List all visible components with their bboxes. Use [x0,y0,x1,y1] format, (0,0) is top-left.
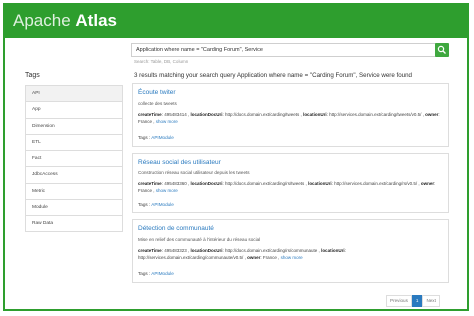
search-button[interactable] [435,43,449,57]
tag-item-etl[interactable]: ETL [25,133,123,151]
show-more-link[interactable]: show more [156,188,178,193]
tags-label: Tags : [138,135,151,140]
result-title-link[interactable]: Réseau social des utilisateur [138,159,221,166]
result-description: Construction réseau social utilisateur d… [138,170,250,175]
top-navbar: Apache Atlas [5,5,467,38]
app-frame: Apache Atlas Application where name = "C… [3,3,469,311]
prop-label: owner [425,112,439,117]
apache-atlas-logo[interactable]: Apache Atlas [13,10,117,32]
result-description: collecte des tweets [138,101,177,106]
tag-item-app[interactable]: App [25,101,123,118]
pagination: Previous 1 Next [386,295,440,307]
prop-label: createTime [138,248,162,253]
next-page-button[interactable]: Next [422,295,440,307]
logo-light-text: Apache [13,11,71,30]
search-input[interactable]: Application where name = "Carding Forum"… [131,43,437,57]
tag-item-fact[interactable]: Fact [25,150,123,167]
tag-link[interactable]: APIModule [151,271,173,276]
prop-label: createTime [138,181,162,186]
search-hint: Search: Table, DB, Column [134,59,189,64]
prop-value: : http://docs.domain.ext/carding/tweets [222,112,300,117]
results-summary: 3 results matching your search query App… [134,72,412,79]
prop-value: : 495483414 [161,112,187,117]
page-1-button[interactable]: 1 [411,295,423,307]
result-tags: Tags : APIModule [138,202,174,207]
prop-label: locationDocUri [190,181,223,186]
show-more-link[interactable]: show more [156,119,178,124]
tag-link[interactable]: APIModule [151,202,173,207]
prop-value: : 495483360 [161,181,187,186]
tag-item-api[interactable]: API [25,85,123,102]
prop-label: locationUri [308,181,332,186]
search-icon [437,45,446,54]
prop-value: : France [260,255,277,260]
tag-item-raw-data[interactable]: Raw Data [25,215,123,232]
result-description: Mise en relief des communauté à l'intéri… [138,237,261,242]
tags-list: API App Dimension ETL Fact JdbcAccess Me… [25,85,123,232]
prop-value: : http://docs.domain.ext/carding/rs/comm… [222,248,318,253]
prop-label: locationUri [303,112,327,117]
result-tags: Tags : APIModule [138,271,174,276]
tag-item-metric[interactable]: Metric [25,182,123,200]
result-card: Réseau social des utilisateur Constructi… [132,153,449,213]
prop-label: locationUri [321,248,345,253]
tags-heading: Tags [25,72,40,79]
prop-label: owner [247,255,261,260]
prop-label: createTime [138,112,162,117]
prop-value: : http://services.domain.ext/carding/rs/… [331,181,418,186]
result-title-link[interactable]: Écoute twiter [138,89,176,96]
result-properties: createTime: 495483360 , locationDocUri: … [138,181,436,193]
result-properties: createTime: 495483414 , locationDocUri: … [138,112,440,124]
previous-page-button[interactable]: Previous [386,295,412,307]
prop-value: : http://services.domain.ext/carding/twe… [326,112,422,117]
prop-label: locationDocUri [190,248,223,253]
result-card: Détection de communauté Mise en relief d… [132,219,449,283]
tags-label: Tags : [138,271,151,276]
result-card: Écoute twiter collecte des tweets create… [132,83,449,147]
result-title-link[interactable]: Détection de communauté [138,225,214,232]
tag-link[interactable]: APIModule [151,135,173,140]
prop-value: : http://docs.domain.ext/carding/rs/twee… [222,181,305,186]
prop-value: : 495483323 [161,248,187,253]
result-tags: Tags : APIModule [138,135,174,140]
result-properties: createTime: 495483323 , locationDocUri: … [138,248,346,260]
tag-item-dimension[interactable]: Dimension [25,117,123,134]
prop-label: owner [420,181,435,186]
logo-bold-text: Atlas [75,11,117,30]
tag-item-module[interactable]: Module [25,199,123,216]
tag-item-jdbcaccess[interactable]: JdbcAccess [25,166,123,183]
show-more-link[interactable]: show more [281,255,303,260]
prop-label: locationDocUri [190,112,223,117]
tags-label: Tags : [138,202,151,207]
